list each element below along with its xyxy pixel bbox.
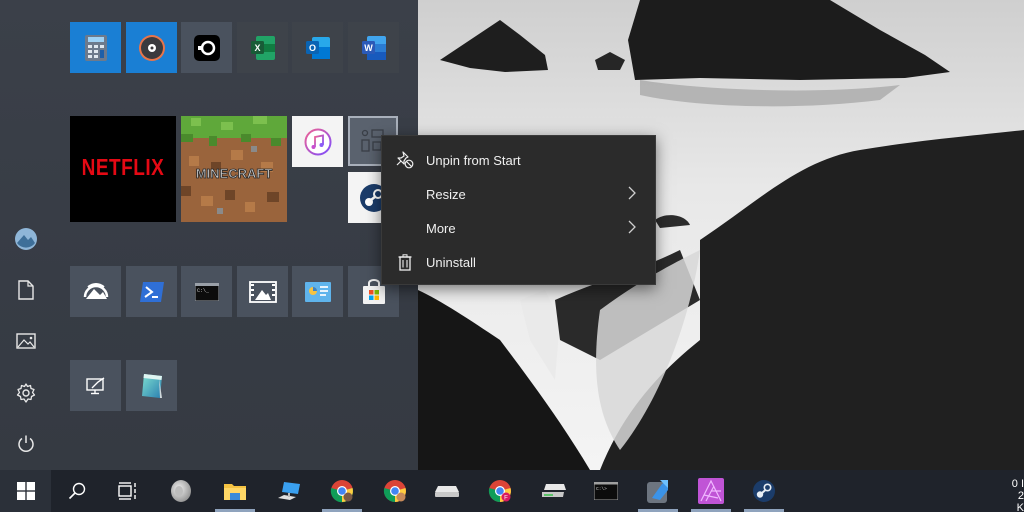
chevron-right-icon [628, 220, 636, 239]
affinity-app[interactable] [687, 470, 735, 512]
tile-snipping-tool[interactable] [70, 360, 121, 411]
pictures-icon[interactable] [13, 328, 39, 354]
steam-icon [753, 480, 775, 502]
affinity-photo-icon [698, 478, 724, 504]
tray-line-upload: 0 I [1011, 478, 1024, 490]
photo-app[interactable] [634, 470, 682, 512]
tile-word[interactable]: W [348, 22, 399, 73]
desktop: X O W NETFLIX MINECRAFT C:\_ Unpin from … [0, 0, 1024, 512]
notepad-icon [141, 373, 162, 398]
itunes-icon [304, 128, 331, 155]
system-tray-network-speed[interactable]: 0 I 2 K [1010, 478, 1024, 512]
snip-icon [85, 376, 104, 394]
tile-excel[interactable]: X [237, 22, 288, 73]
menu-item-more[interactable]: More [382, 211, 655, 245]
svg-text:C:\_: C:\_ [197, 288, 210, 294]
tile-groove-music[interactable] [126, 22, 177, 73]
video-editor-icon [248, 280, 277, 303]
svg-text:F: F [504, 496, 508, 502]
network-app[interactable] [265, 470, 313, 512]
file-explorer[interactable] [211, 470, 259, 512]
powershell-icon [139, 281, 164, 302]
terminal-icon: C:\> [594, 482, 618, 500]
windows-logo-icon [16, 482, 35, 500]
control-panel-icon [304, 281, 331, 302]
network-computer-icon [278, 482, 300, 500]
settings-icon[interactable] [13, 380, 39, 406]
user-avatar[interactable] [13, 226, 39, 252]
drive-icon [542, 484, 566, 497]
menu-item-label: More [426, 220, 456, 236]
photos-icon [83, 282, 108, 299]
tile-itunes[interactable] [292, 116, 343, 167]
svg-text:O: O [308, 43, 315, 53]
task-view-button[interactable] [104, 470, 152, 512]
tray-line-download: 2 K [1016, 490, 1024, 512]
documents-icon[interactable] [13, 277, 39, 303]
excel-icon: X [250, 35, 275, 60]
minecraft-icon: MINECRAFT [181, 116, 287, 222]
camera-icon [193, 34, 220, 61]
tile-video-editor[interactable] [237, 266, 288, 317]
drive-app[interactable] [423, 470, 471, 512]
tile-outlook[interactable]: O [292, 22, 343, 73]
groove-music-icon [138, 34, 165, 61]
speaker-icon [171, 480, 191, 502]
chevron-right-icon [628, 186, 636, 205]
start-button[interactable] [0, 470, 51, 512]
start-menu: X O W NETFLIX MINECRAFT C:\_ [0, 0, 418, 470]
photo-app-icon [647, 480, 668, 503]
svg-text:W: W [364, 43, 373, 53]
svg-text:X: X [254, 43, 260, 53]
tile-netflix[interactable]: NETFLIX [70, 116, 176, 222]
unpin-icon [396, 151, 414, 169]
menu-item-label: Uninstall [426, 254, 476, 270]
chrome-icon [330, 480, 354, 503]
power-icon[interactable] [13, 431, 39, 457]
menu-item-uninstall[interactable]: Uninstall [382, 245, 655, 279]
tile-control-panel[interactable] [292, 266, 343, 317]
svg-text:C:\>: C:\> [596, 486, 607, 492]
drive-icon [435, 486, 459, 497]
search-button[interactable] [53, 470, 101, 512]
tile-context-menu: Unpin from Start Resize More Uninstall [381, 135, 656, 285]
trash-icon [396, 253, 414, 271]
tile-photos[interactable] [70, 266, 121, 317]
drive-app-2[interactable] [530, 470, 578, 512]
tile-powershell[interactable] [126, 266, 177, 317]
tile-camera[interactable] [181, 22, 232, 73]
outlook-icon: O [305, 36, 330, 59]
taskbar: F C:\> 0 I 2 K [0, 470, 1024, 512]
minecraft-logo-text: MINECRAFT [196, 166, 273, 181]
folder-icon [224, 484, 246, 500]
sound-app[interactable] [157, 470, 205, 512]
calculator-icon [84, 34, 107, 61]
chrome-profile-3[interactable]: F [476, 470, 524, 512]
chrome-icon [383, 480, 406, 503]
tile-notepad[interactable] [126, 360, 177, 411]
tile-minecraft[interactable]: MINECRAFT [181, 116, 287, 222]
tile-command-prompt[interactable]: C:\_ [181, 266, 232, 317]
menu-item-unpin-from-start[interactable]: Unpin from Start [382, 143, 655, 177]
tile-calculator[interactable] [70, 22, 121, 73]
netflix-logo: NETFLIX [81, 155, 165, 181]
terminal-app[interactable]: C:\> [582, 470, 630, 512]
chrome-icon: F [488, 480, 511, 503]
menu-item-resize[interactable]: Resize [382, 177, 655, 211]
word-icon: W [361, 35, 386, 60]
search-icon [68, 482, 86, 500]
menu-item-label: Resize [426, 186, 466, 202]
chrome-profile-2[interactable] [371, 470, 419, 512]
command-prompt-icon: C:\_ [194, 282, 219, 301]
chrome-profile-1[interactable] [318, 470, 366, 512]
steam-app[interactable] [740, 470, 788, 512]
task-view-icon [118, 482, 136, 500]
menu-item-label: Unpin from Start [426, 152, 521, 168]
